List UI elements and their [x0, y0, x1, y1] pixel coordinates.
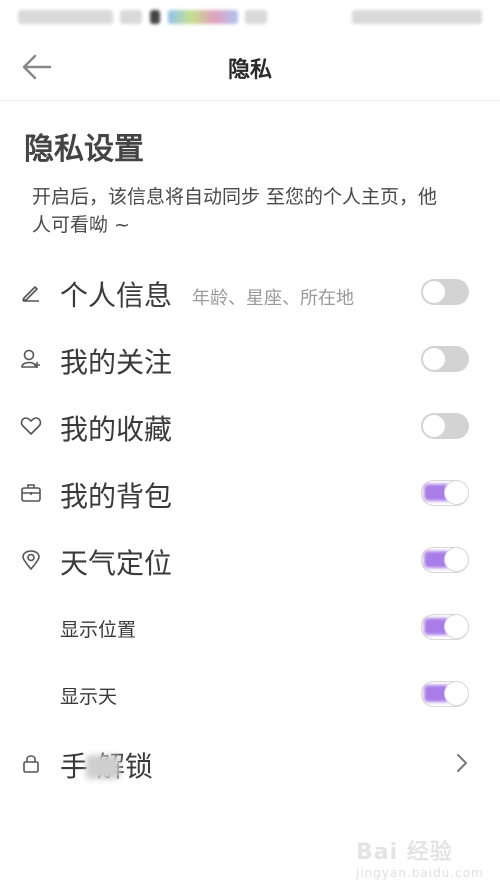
pencil-icon	[22, 286, 39, 302]
show-location-toggle[interactable]	[421, 614, 469, 640]
row-favorites[interactable]: 我的收藏	[0, 396, 500, 456]
page-title: 隐私	[227, 58, 272, 83]
weather-location-toggle[interactable]	[421, 547, 469, 573]
baidu-watermark: Bai 经验 jingyan.baidu.com	[356, 834, 484, 880]
section-title: 隐私设置	[24, 132, 144, 167]
favorites-toggle[interactable]	[421, 413, 469, 439]
nav-bar: 隐私	[0, 34, 500, 101]
row-weather-location[interactable]: 天气定位	[0, 530, 500, 590]
briefcase-icon	[21, 484, 41, 502]
row-label-favorites: 我的收藏	[60, 413, 173, 446]
watermark-text: Bai 经验	[356, 840, 453, 865]
user-add-icon	[21, 349, 40, 368]
backpack-toggle[interactable]	[421, 480, 469, 506]
row-label-personal-info: 个人信息	[60, 279, 173, 312]
row-label-show-weather: 显示天	[60, 686, 118, 708]
chevron-right-icon[interactable]	[452, 751, 472, 775]
row-show-weather[interactable]: 显示天	[0, 664, 500, 724]
personal-info-toggle[interactable]	[421, 279, 469, 305]
row-personal-info[interactable]: 个人信息 年龄、星座、所在地	[0, 262, 500, 322]
show-weather-toggle[interactable]	[421, 681, 469, 707]
section-description: 开启后，该信息将自动同步 至您的个人主页，他人可看呦 ~	[32, 186, 438, 236]
lock-icon	[23, 755, 39, 773]
row-show-location[interactable]: 显示位置	[0, 597, 500, 657]
following-toggle[interactable]	[421, 346, 469, 372]
watermark-sub: jingyan.baidu.com	[356, 866, 484, 880]
status-bar	[0, 0, 500, 34]
row-label-backpack: 我的背包	[60, 480, 173, 513]
row-unlock[interactable]: 手 解锁	[0, 733, 500, 793]
row-hint-personal-info: 年龄、星座、所在地	[192, 288, 354, 309]
row-backpack[interactable]: 我的背包	[0, 463, 500, 523]
row-label-show-location: 显示位置	[60, 619, 137, 641]
row-label-following: 我的关注	[60, 346, 173, 379]
location-icon	[22, 550, 40, 571]
row-following[interactable]: 我的关注	[0, 329, 500, 389]
row-label-weather-location: 天气定位	[60, 547, 173, 580]
heart-icon	[20, 417, 42, 435]
